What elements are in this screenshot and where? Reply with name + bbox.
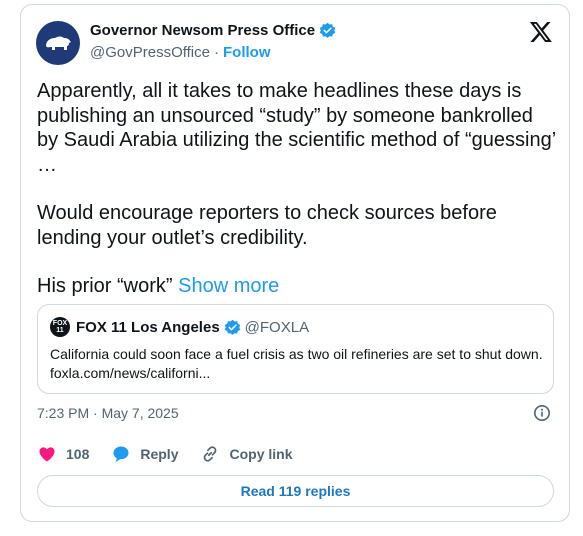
reply-bubble-icon	[113, 446, 129, 462]
embedded-post-card: Governor Newsom Press Office @GovPressOf…	[20, 4, 570, 522]
verified-badge-icon	[319, 22, 336, 38]
quoted-post-header: FOX 11 FOX 11 Los Angeles @FOXLA	[50, 317, 309, 337]
author-handle-row: @GovPressOffice · Follow	[90, 44, 271, 61]
post-paragraph-2: Would encourage reporters to check sourc…	[37, 202, 497, 249]
california-bear-icon	[46, 36, 71, 50]
action-bar: 108 Reply Copy link	[37, 444, 293, 464]
copy-link-label: Copy link	[229, 446, 293, 462]
reply-button[interactable]: Reply	[111, 444, 178, 464]
separator-dot: ·	[214, 44, 219, 61]
post-paragraph-3-text: His prior “work”	[37, 275, 173, 297]
like-button[interactable]: 108	[37, 444, 89, 464]
follow-button[interactable]: Follow	[223, 44, 271, 61]
heart-icon	[39, 447, 55, 462]
author-handle[interactable]: @GovPressOffice	[90, 44, 210, 61]
quoted-verified-badge-icon	[224, 319, 240, 335]
post-text: Apparently, all it takes to make headlin…	[37, 79, 557, 299]
post-paragraph-1: Apparently, all it takes to make headlin…	[37, 80, 556, 176]
quoted-author-name[interactable]: FOX 11 Los Angeles	[76, 319, 220, 336]
like-count: 108	[66, 446, 90, 462]
author-name-row: Governor Newsom Press Office	[90, 22, 336, 39]
quoted-post-text: California could soon face a fuel crisis…	[50, 346, 543, 381]
post-paragraph-3: His prior “work” Show more	[37, 274, 557, 299]
info-icon[interactable]	[533, 404, 551, 422]
reply-label: Reply	[140, 446, 179, 462]
quoted-post[interactable]: FOX 11 FOX 11 Los Angeles @FOXLA Califor…	[37, 304, 554, 394]
quoted-avatar-line-1: FOX	[52, 320, 68, 327]
quoted-author-avatar[interactable]: FOX 11	[50, 317, 70, 337]
author-name[interactable]: Governor Newsom Press Office	[90, 22, 315, 39]
copy-link-button[interactable]: Copy link	[200, 444, 293, 464]
quoted-author-handle[interactable]: @FOXLA	[245, 319, 309, 336]
x-logo-icon[interactable]	[529, 21, 553, 43]
link-icon	[204, 446, 217, 462]
author-avatar[interactable]	[36, 21, 80, 65]
read-replies-button[interactable]: Read 119 replies	[37, 475, 554, 507]
quoted-avatar-line-2: 11	[56, 327, 64, 334]
show-more-link[interactable]: Show more	[178, 275, 279, 297]
post-timestamp[interactable]: 7:23 PM · May 7, 2025	[37, 405, 179, 421]
